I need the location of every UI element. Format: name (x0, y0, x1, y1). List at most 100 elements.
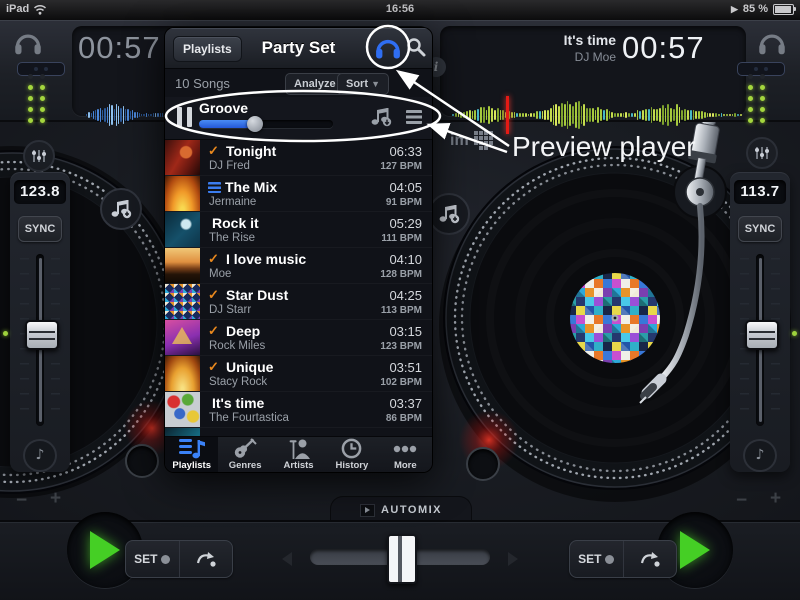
song-row[interactable]: ✓ Star Dust DJ Starr 04:25 113 BPM (165, 284, 432, 320)
led-meter-left (28, 74, 45, 123)
song-status-icon: ✓ (208, 143, 222, 159)
song-row[interactable]: The Mix Jermaine 04:05 91 BPM (165, 176, 432, 212)
crossfader-left-arrow-icon (282, 552, 292, 566)
history-clock-icon (341, 438, 362, 459)
pitch-slider-left[interactable] (10, 252, 70, 427)
tab-label: More (394, 460, 417, 471)
fx-mixer-icon-left[interactable] (23, 140, 55, 172)
jump-cue-button-right[interactable] (623, 541, 677, 577)
fx-mixer-icon-right[interactable] (746, 137, 778, 169)
song-row[interactable]: ✓ Tonight DJ Fred 06:33 127 BPM (165, 140, 432, 176)
curved-arrow-icon (639, 550, 661, 568)
deck-time-right: 00:57 (622, 30, 705, 66)
crossfader[interactable] (310, 549, 490, 565)
deck-time-left: 00:57 (78, 30, 161, 66)
cue-group-right: SET (569, 540, 677, 578)
song-bpm: 102 BPM (380, 377, 422, 388)
song-list: ✓ Tonight DJ Fred 06:33 127 BPM The Mix … (165, 140, 432, 436)
preview-player-row: Groove (165, 97, 432, 140)
tab-more[interactable]: More (379, 437, 432, 472)
jump-cue-button-left[interactable] (179, 541, 233, 577)
song-bpm: 111 BPM (381, 233, 422, 244)
headphone-cue-icon-right[interactable] (757, 30, 787, 56)
waveform-playhead (506, 96, 509, 134)
analyze-button[interactable]: Analyze (285, 73, 345, 95)
deck-controls-left: 123.8 SYNC ♪ (10, 172, 70, 472)
song-row[interactable]: The Flow 04:21 (165, 428, 432, 436)
sort-button[interactable]: Sort ▼ (337, 73, 389, 95)
queue-list-icon[interactable] (406, 110, 422, 124)
song-duration: 03:51 (380, 360, 422, 375)
keylock-note-icon-right[interactable]: ♪ (743, 439, 777, 472)
album-art (165, 356, 200, 391)
load-track-icon-left[interactable] (100, 188, 142, 230)
library-panel: Playlists Party Set 10 Songs Analyze Sor… (165, 28, 432, 472)
crossfader-thumb[interactable] (387, 534, 417, 584)
song-row[interactable]: ✓ Unique Stacy Rock 03:51 102 BPM (165, 356, 432, 392)
strobe-lamp-button-right[interactable] (466, 447, 500, 481)
song-row[interactable]: ✓ I love music Moe 04:10 128 BPM (165, 248, 432, 284)
now-playing-artist: DJ Moe (470, 50, 616, 64)
song-row[interactable]: ✓ Deep Rock Miles 03:15 123 BPM (165, 320, 432, 356)
song-title: Tonight (226, 143, 276, 159)
album-art (165, 212, 200, 247)
algoriddim-grid-icon (474, 131, 494, 151)
playlists-back-button[interactable]: Playlists (173, 36, 242, 62)
deck-controls-right: 113.7 SYNC ♪ (730, 172, 790, 472)
bpm-display-left: 123.8 (14, 180, 66, 204)
load-track-icon-right[interactable] (428, 193, 470, 235)
zoom-in-button-left[interactable]: + (50, 488, 61, 510)
song-status-icon: ✓ (208, 323, 222, 339)
set-cue-button-right[interactable]: SET (570, 541, 623, 577)
tab-artists[interactable]: Artists (272, 437, 325, 472)
tab-genres[interactable]: Genres (218, 437, 271, 472)
song-status-icon: ✓ (208, 359, 222, 375)
waveform-left[interactable] (86, 100, 164, 130)
add-to-queue-icon[interactable] (370, 107, 392, 127)
algoriddim-logo-partial: im (450, 131, 494, 151)
preview-progress-bar[interactable] (199, 120, 333, 128)
song-duration: 04:10 (380, 252, 422, 267)
search-icon[interactable] (405, 36, 427, 58)
keylock-note-icon-left[interactable]: ♪ (23, 439, 57, 472)
play-icon-right (680, 531, 710, 569)
pitch-slider-right[interactable] (730, 252, 790, 427)
sync-button-right[interactable]: SYNC (738, 216, 782, 242)
waveform-right[interactable] (452, 98, 746, 132)
song-count: 10 Songs (175, 76, 230, 91)
song-bpm: 91 BPM (386, 197, 422, 208)
tab-playlists[interactable]: Playlists (165, 437, 218, 472)
headphone-cue-icon-left[interactable] (13, 30, 43, 56)
automix-play-icon (360, 504, 375, 517)
song-row[interactable]: It's time The Fourtastica 03:37 86 BPM (165, 392, 432, 428)
song-bpm: 123 BPM (380, 341, 422, 352)
song-status-icon (208, 182, 221, 193)
song-status-icon: ✓ (208, 287, 222, 303)
song-row[interactable]: Rock it The Rise 05:29 111 BPM (165, 212, 432, 248)
preview-headphone-button[interactable] (374, 35, 402, 61)
play-icon-left (90, 531, 120, 569)
play-indicator-icon: ▶ (731, 4, 738, 15)
preview-pause-button[interactable] (177, 107, 193, 127)
preview-progress-thumb[interactable] (247, 116, 263, 132)
pitch-slider-thumb-left[interactable] (25, 320, 59, 350)
set-cue-button-left[interactable]: SET (126, 541, 179, 577)
zoom-in-button-right[interactable]: + (770, 488, 781, 510)
preview-track-title: Groove (199, 100, 248, 116)
tab-label: History (336, 460, 369, 471)
album-art (165, 248, 200, 283)
song-artist: The Fourtastica (208, 412, 386, 424)
bpm-display-right: 113.7 (734, 180, 786, 204)
library-header: Playlists Party Set (165, 28, 432, 69)
battery-icon (773, 4, 794, 15)
zoom-out-button-left[interactable]: − (16, 490, 27, 512)
sync-button-left[interactable]: SYNC (18, 216, 62, 242)
chevron-down-icon: ▼ (371, 79, 380, 89)
zoom-out-button-right[interactable]: − (736, 490, 747, 512)
song-artist: DJ Starr (208, 304, 381, 316)
pitch-slider-thumb-right[interactable] (745, 320, 779, 350)
strobe-lamp-button-left[interactable] (125, 444, 159, 478)
album-art (165, 140, 200, 175)
automix-button[interactable]: AUTOMIX (330, 496, 472, 523)
tab-history[interactable]: History (325, 437, 378, 472)
